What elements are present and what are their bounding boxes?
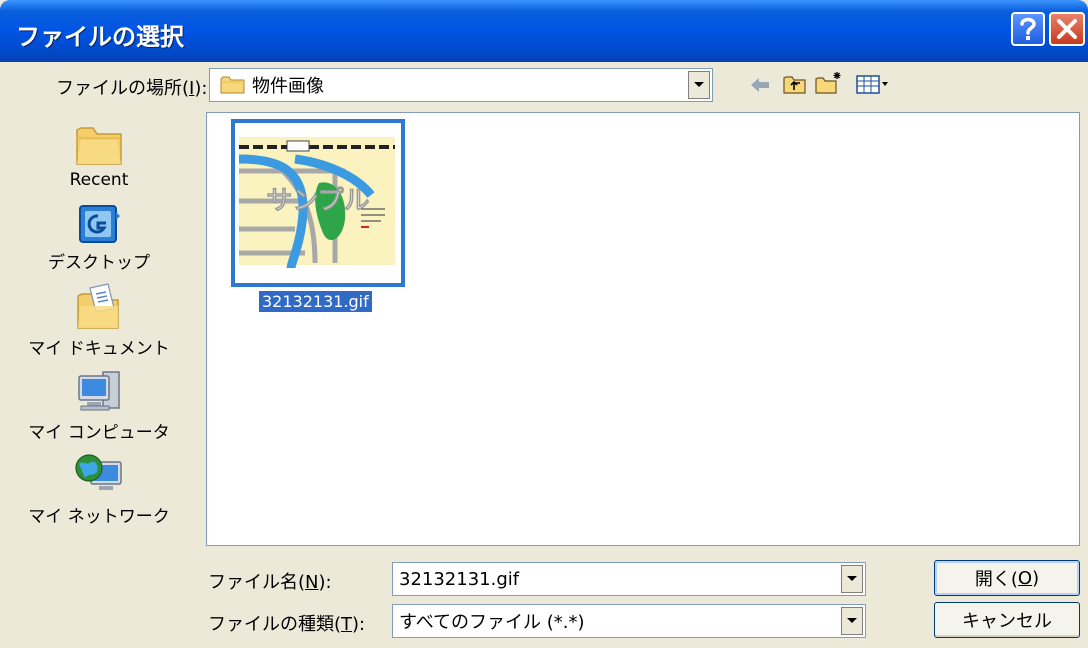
file-name-dropdown-arrow[interactable]	[841, 565, 863, 593]
file-type-label-suffix: ):	[352, 614, 366, 635]
file-name-label-text: ファイル名(N):	[208, 568, 332, 594]
file-name-input[interactable]: 32132131.gif	[392, 562, 866, 596]
place-recent[interactable]: Recent	[40, 120, 158, 190]
look-in-value: 物件画像	[252, 76, 324, 97]
place-my-computer[interactable]: マイ コンピュータ	[28, 368, 170, 443]
desktop-icon	[79, 205, 120, 243]
chevron-down-icon	[694, 82, 704, 87]
my-computer-icon	[78, 371, 120, 411]
look-in-label: ファイルの場所(I):	[56, 74, 207, 100]
view-menu-icon	[856, 75, 888, 94]
open-button-suffix: )	[1032, 567, 1040, 589]
cancel-button-label: キャンセル	[962, 611, 1052, 632]
close-x-icon	[1057, 19, 1077, 39]
look-in-label-suffix: ):	[194, 78, 208, 99]
back-arrow-icon	[751, 78, 769, 92]
chevron-down-icon	[847, 576, 857, 581]
title-bar[interactable]: ファイルの選択	[0, 0, 1088, 62]
place-label-my-network: マイ ネットワーク	[28, 507, 170, 527]
question-mark-icon	[1020, 17, 1036, 40]
place-label-recent: Recent	[69, 170, 129, 190]
recent-folder-icon	[76, 127, 122, 165]
place-desktop[interactable]: デスクトップ	[40, 202, 158, 273]
file-name-label[interactable]: 32132131.gif	[258, 290, 373, 313]
places-bar: Recent デスクトップ マイ ドキュメント マイ コンピュータ マイ ネット…	[28, 112, 170, 542]
file-type-label-prefix: ファイルの種類(	[208, 614, 342, 635]
back-button[interactable]	[748, 74, 772, 96]
view-menu-button[interactable]	[856, 74, 892, 96]
place-label-my-documents: マイ ドキュメント	[28, 339, 170, 359]
file-name-label-key: N	[305, 572, 319, 593]
place-label-my-computer: マイ コンピュータ	[28, 423, 170, 443]
file-type-value: すべてのファイル (*.*)	[399, 612, 585, 633]
file-name-label-prefix: ファイル名(	[208, 572, 306, 593]
file-thumbnail[interactable]: サンプル	[231, 119, 405, 287]
look-in-dropdown-arrow[interactable]	[688, 71, 710, 99]
up-folder-icon	[783, 76, 806, 94]
open-button[interactable]: 開く(O)	[934, 560, 1080, 596]
new-folder-button[interactable]	[814, 70, 844, 96]
look-in-dropdown[interactable]: 物件画像	[209, 68, 713, 102]
place-my-documents[interactable]: マイ ドキュメント	[28, 282, 170, 359]
thumb-watermark: サンプル	[266, 185, 369, 215]
file-type-dropdown[interactable]: すべてのファイル (*.*)	[392, 604, 866, 638]
place-my-network[interactable]: マイ ネットワーク	[28, 452, 170, 527]
file-name-value: 32132131.gif	[399, 568, 520, 590]
folder-icon	[220, 76, 245, 94]
chevron-down-icon	[847, 618, 857, 623]
window-title: ファイルの選択	[16, 23, 184, 51]
my-documents-icon	[77, 283, 119, 329]
file-type-dropdown-arrow[interactable]	[841, 607, 863, 635]
file-type-label-text: ファイルの種類(T):	[208, 610, 365, 636]
file-name-label-suffix: ):	[318, 572, 332, 593]
new-folder-icon	[815, 72, 841, 94]
map-thumbnail-image: サンプル	[235, 123, 401, 283]
cancel-button[interactable]: キャンセル	[934, 602, 1080, 638]
place-label-desktop: デスクトップ	[48, 253, 150, 273]
up-one-level-button[interactable]	[782, 72, 808, 96]
open-button-prefix: 開く(	[974, 569, 1018, 590]
file-type-label-key: T	[341, 614, 353, 635]
file-list-view[interactable]: サンプル 32132131.gif	[206, 112, 1080, 546]
look-in-label-prefix: ファイルの場所(	[56, 78, 190, 99]
help-button[interactable]	[1011, 12, 1045, 46]
my-network-icon	[75, 454, 122, 490]
open-button-key: O	[1017, 567, 1033, 589]
close-button[interactable]	[1049, 12, 1085, 46]
